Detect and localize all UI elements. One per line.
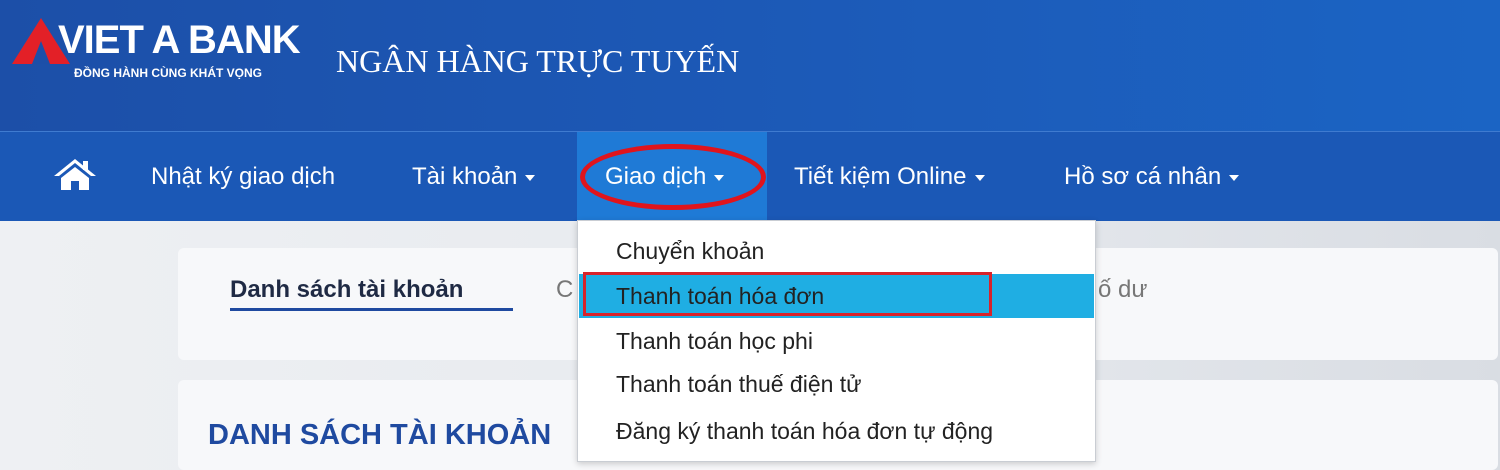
caret-down-icon: [1229, 174, 1240, 181]
tab-partial-right[interactable]: ố dư: [1098, 270, 1147, 310]
active-tab-underline: [230, 308, 513, 311]
logo-tagline: ĐỒNG HÀNH CÙNG KHÁT VỌNG: [74, 66, 262, 80]
main-nav: Nhật ký giao dịch Tài khoản Giao dịch Ti…: [0, 131, 1500, 221]
nav-transactions[interactable]: Giao dịch: [577, 132, 767, 221]
caret-down-icon: [525, 174, 536, 181]
logo-name: VIET A BANK: [58, 18, 301, 62]
menu-item-tuition-payment[interactable]: Thanh toán học phi: [579, 319, 1094, 363]
caret-down-icon: [974, 174, 985, 181]
menu-item-auto-bill-registration[interactable]: Đăng ký thanh toán hóa đơn tự động: [579, 409, 1094, 453]
menu-item-transfer[interactable]: Chuyển khoản: [579, 229, 1094, 273]
nav-accounts[interactable]: Tài khoản: [412, 132, 536, 221]
site-title: NGÂN HÀNG TRỰC TUYẾN: [336, 43, 740, 79]
caret-down-icon: [714, 174, 725, 181]
bank-logo[interactable]: VIET A BANK ĐỒNG HÀNH CÙNG KHÁT VỌNG: [10, 14, 330, 84]
nav-profile[interactable]: Hồ sơ cá nhân: [1064, 132, 1240, 221]
home-icon[interactable]: [52, 157, 98, 191]
nav-transaction-log[interactable]: Nhật ký giao dịch: [151, 132, 335, 221]
section-title: DANH SÁCH TÀI KHOẢN: [208, 419, 552, 451]
menu-item-bill-payment[interactable]: Thanh toán hóa đơn: [579, 274, 1094, 318]
transactions-dropdown-menu: Chuyển khoản Thanh toán hóa đơn Thanh to…: [577, 220, 1096, 462]
menu-item-e-tax-payment[interactable]: Thanh toán thuế điện tử: [579, 362, 1094, 406]
tab-partial-left[interactable]: C: [556, 270, 573, 310]
nav-online-savings[interactable]: Tiết kiệm Online: [794, 132, 985, 221]
header-banner: VIET A BANK ĐỒNG HÀNH CÙNG KHÁT VỌNG NGÂ…: [0, 0, 1500, 131]
tab-account-list[interactable]: Danh sách tài khoản: [230, 270, 463, 310]
